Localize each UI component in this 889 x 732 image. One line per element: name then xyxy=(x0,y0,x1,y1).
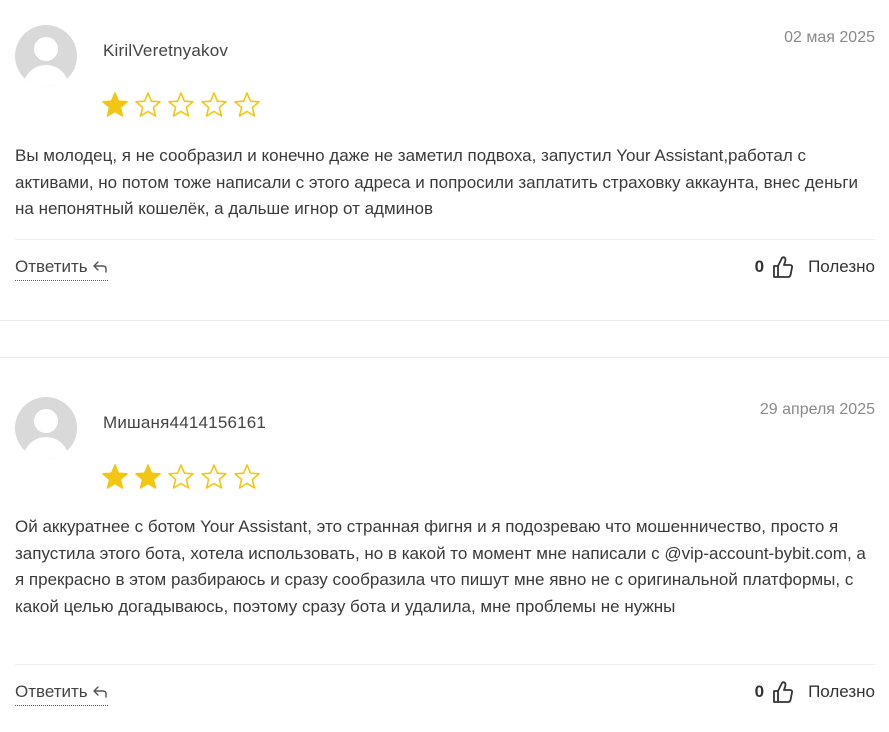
star-empty-icon xyxy=(168,92,194,117)
avatar xyxy=(15,397,77,459)
section-divider xyxy=(0,320,889,321)
thumbs-up-icon[interactable] xyxy=(772,680,794,704)
reply-button[interactable]: Ответить xyxy=(15,682,108,706)
rating-stars xyxy=(101,91,261,119)
review-text: Ой аккуратнее с ботом Your Assistant, эт… xyxy=(15,517,866,616)
reply-button[interactable]: Ответить xyxy=(15,257,108,281)
review-item: KirilVeretnyakov 02 мая 2025 Вы молодец,… xyxy=(0,0,889,320)
review-date: 02 мая 2025 xyxy=(784,29,875,46)
divider xyxy=(15,239,875,240)
reply-arrow-icon xyxy=(92,261,107,273)
review-author: KirilVeretnyakov xyxy=(103,41,229,60)
star-empty-icon xyxy=(201,92,227,117)
reply-label: Ответить xyxy=(15,682,88,701)
star-filled-icon xyxy=(102,464,128,489)
helpful-count: 0 xyxy=(754,257,765,276)
review-author: Мишаня4414156161 xyxy=(103,413,267,432)
star-empty-icon xyxy=(168,464,194,489)
star-filled-icon xyxy=(102,92,128,117)
divider xyxy=(15,664,875,665)
avatar xyxy=(15,25,77,87)
section-divider xyxy=(0,357,889,358)
reply-arrow-icon xyxy=(92,686,107,698)
thumbs-up-icon[interactable] xyxy=(772,255,794,279)
helpful-control: 0 Полезно xyxy=(755,680,875,704)
star-empty-icon xyxy=(234,92,260,117)
helpful-control: 0 Полезно xyxy=(755,255,875,279)
helpful-button[interactable]: Полезно xyxy=(808,257,875,277)
review-item: Мишаня4414156161 29 апреля 2025 Ой аккур… xyxy=(0,372,889,732)
helpful-button[interactable]: Полезно xyxy=(808,682,875,702)
reply-label: Ответить xyxy=(15,257,88,276)
helpful-count: 0 xyxy=(754,682,765,701)
star-empty-icon xyxy=(135,92,161,117)
rating-stars xyxy=(101,463,261,491)
star-filled-icon xyxy=(135,464,161,489)
review-date: 29 апреля 2025 xyxy=(759,401,875,418)
star-empty-icon xyxy=(234,464,260,489)
review-text: Вы молодец, я не сообразил и конечно даж… xyxy=(15,146,859,218)
star-empty-icon xyxy=(201,464,227,489)
